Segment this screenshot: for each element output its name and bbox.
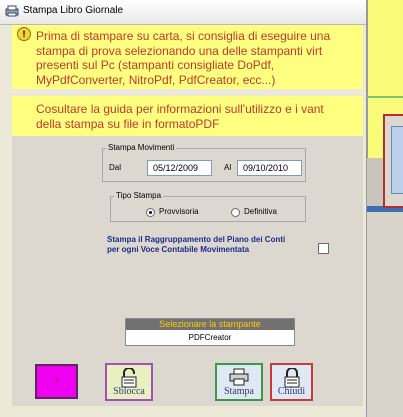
raggruppamento-label: Stampa il Raggruppamento del Piano dei C… [107, 235, 285, 255]
definitiva-radio[interactable] [231, 208, 240, 217]
note-line: MyPdfConverter, NitroPdf, PdfCreator, ec… [36, 73, 276, 87]
tipo-stampa-legend: Tipo Stampa [114, 191, 164, 200]
dal-label: Dal [109, 163, 122, 172]
stampa-movimenti-group: Stampa Movimenti Dal 05/12/2009 Al 09/10… [102, 143, 306, 182]
note-line: Cosultare la guida per informazioni sull… [36, 102, 324, 116]
background-window-button[interactable] [383, 114, 403, 208]
window-title: Stampa Libro Giornale [23, 5, 124, 16]
chiudi-button[interactable]: Chiudi [270, 363, 313, 401]
raggruppamento-line1: Stampa il Raggruppamento del Piano dei C… [107, 235, 286, 244]
note-line: stampa di prova selezionando una delle s… [36, 44, 323, 58]
guide-note: Cosultare la guida per informazioni sull… [12, 96, 363, 136]
warning-note: Prima di stampare su carta, si consiglia… [12, 25, 363, 89]
title-bar[interactable]: Stampa Libro Giornale [0, 0, 366, 25]
stampa-button-label: Stampa [224, 386, 254, 397]
provvisoria-label: Provvisoria [159, 207, 199, 216]
printer-select-value[interactable]: PDFCreator [126, 330, 294, 345]
help-button-label: ? [54, 378, 59, 387]
printer-icon [229, 368, 249, 386]
info-icon: ! [17, 27, 31, 41]
tipo-stampa-group: Tipo Stampa Provvisoria Definitiva [110, 191, 306, 222]
sblocca-button-label: Sblocca [113, 386, 145, 397]
lock-icon [284, 368, 299, 388]
help-button[interactable]: ? [35, 364, 78, 399]
window-app-icon [5, 5, 19, 17]
note-line: Prima di stampare su carta, si consiglia… [36, 29, 331, 43]
unlock-icon [121, 368, 137, 388]
raggruppamento-checkbox[interactable] [318, 243, 329, 254]
note-line: della stampa su file in formatoPDF [36, 117, 220, 131]
printer-select[interactable]: Selezionare la stampante PDFCreator [125, 318, 295, 346]
printer-select-header: Selezionare la stampante [126, 319, 294, 330]
stampa-button[interactable]: Stampa [215, 363, 263, 401]
provvisoria-radio[interactable] [146, 208, 155, 217]
raggruppamento-line2: per ogni Voce Contabile Movimentata [107, 245, 250, 254]
note-line: presenti sul Pc (stampanti consigliate D… [36, 58, 275, 72]
al-date-field[interactable]: 09/10/2010 [237, 160, 302, 176]
sblocca-button[interactable]: Sblocca [105, 363, 153, 401]
dal-date-field[interactable]: 05/12/2009 [147, 160, 212, 176]
stampa-movimenti-legend: Stampa Movimenti [106, 143, 177, 152]
definitiva-label: Definitiva [244, 207, 277, 216]
chiudi-button-label: Chiudi [277, 386, 306, 397]
al-label: Al [224, 163, 232, 172]
